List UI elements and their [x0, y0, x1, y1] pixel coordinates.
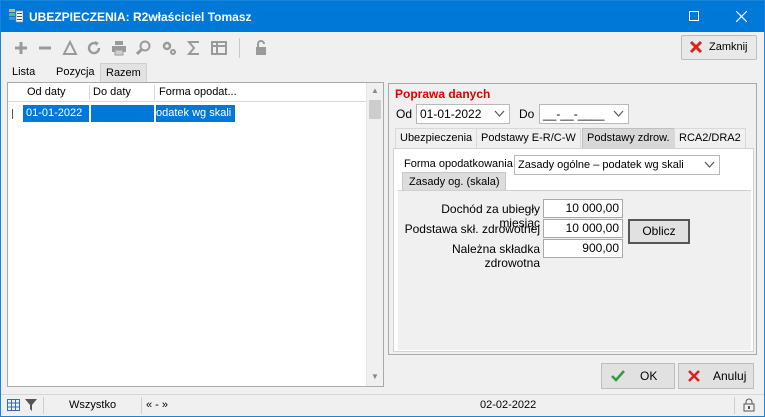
- add-icon[interactable]: [13, 40, 29, 56]
- remove-icon[interactable]: [37, 40, 53, 56]
- scroll-up-icon[interactable]: ▲: [371, 87, 379, 95]
- grid-view-icon[interactable]: [7, 399, 20, 411]
- ok-button[interactable]: OK: [601, 363, 675, 389]
- zamknij-button[interactable]: Zamknij: [681, 35, 757, 60]
- cell-od-daty: 01-01-2022: [23, 105, 89, 122]
- columns-icon[interactable]: [211, 40, 227, 56]
- tab-pozycja[interactable]: Pozycja: [51, 63, 100, 82]
- toolbar-separator: [239, 38, 240, 58]
- column-header-do-daty[interactable]: Do daty: [93, 86, 131, 98]
- chevron-down-icon[interactable]: [494, 110, 505, 118]
- tab-razem[interactable]: Razem: [100, 63, 147, 82]
- settings-icon[interactable]: [161, 40, 177, 56]
- filter-icon[interactable]: [62, 40, 78, 56]
- grid-header: Od daty Do daty Forma opodat...: [8, 83, 366, 102]
- check-icon: [611, 370, 625, 382]
- zasady-og-body: Dochód za ubiegły miesiąc 10 000,00 Pods…: [398, 190, 751, 350]
- preview-icon[interactable]: [136, 40, 152, 56]
- cancel-button[interactable]: Anuluj: [678, 363, 754, 389]
- tab-lista[interactable]: Lista: [7, 63, 40, 82]
- od-date-field[interactable]: 01-01-2022: [416, 104, 510, 124]
- toolbar: [1, 32, 764, 64]
- window-close-button[interactable]: [718, 1, 764, 32]
- do-date-field[interactable]: __-__-____: [539, 104, 629, 124]
- lock-icon[interactable]: [253, 40, 269, 56]
- od-date-value: 01-01-2022: [420, 107, 482, 121]
- podstawa-label: Podstawa skł. zdrowotnej: [404, 222, 540, 236]
- sum-icon[interactable]: [186, 40, 202, 56]
- status-separator: [43, 397, 44, 414]
- column-header-od-daty[interactable]: Od daty: [27, 86, 66, 98]
- zamknij-label: Zamknij: [709, 41, 748, 53]
- range-status: « - »: [146, 399, 169, 411]
- refresh-icon[interactable]: [86, 40, 102, 56]
- print-icon[interactable]: [111, 40, 127, 56]
- vertical-scrollbar[interactable]: ▲ ▼: [366, 83, 383, 386]
- app-icon: [9, 9, 23, 23]
- records-grid: Od daty Do daty Forma opodat... 01-01-20…: [7, 82, 384, 387]
- oblicz-button[interactable]: Oblicz: [628, 219, 690, 244]
- do-label: Do: [519, 107, 535, 121]
- tab-podstawy-zdrow[interactable]: Podstawy zdrow.: [582, 128, 675, 148]
- od-label: Od: [396, 107, 413, 121]
- column-header-forma[interactable]: Forma opodat...: [159, 86, 237, 98]
- do-date-value: __-__-____: [543, 107, 605, 121]
- cancel-x-icon: [688, 370, 700, 382]
- podstawa-field[interactable]: 10 000,00: [543, 219, 623, 238]
- table-row[interactable]: 01-01-2022 odatek wg skali: [23, 105, 235, 122]
- chevron-down-icon[interactable]: [613, 110, 624, 118]
- close-icon: [735, 10, 747, 23]
- column-separator: [154, 85, 155, 100]
- forma-opodatkowania-select[interactable]: Zasady ogólne – podatek wg skali: [514, 155, 720, 175]
- status-bar: Wszystko « - » 02-02-2022: [1, 394, 764, 416]
- tab-podstawy-er-cw[interactable]: Podstawy E-R/C-W: [476, 128, 581, 148]
- cell-forma: odatek wg skali: [155, 105, 235, 122]
- forma-opodatkowania-value: Zasady ogólne – podatek wg skali: [518, 159, 684, 171]
- dochod-field[interactable]: 10 000,00: [543, 199, 623, 218]
- row-indicator: [12, 109, 14, 119]
- ok-label: OK: [640, 369, 658, 383]
- cancel-label: Anuluj: [713, 369, 747, 383]
- edit-panel: Poprawa danych Od 01-01-2022 Do __-__-__…: [388, 83, 757, 355]
- edit-panel-title: Poprawa danych: [395, 87, 491, 101]
- filter-icon[interactable]: [25, 399, 37, 411]
- title-bar: UBEZPIECZENIA: R2właściciel Tomasz: [1, 1, 764, 32]
- skladka-label: Należna składka zdrowotna: [451, 242, 540, 270]
- tab-rca2-dra2[interactable]: RCA2/DRA2: [674, 128, 746, 148]
- maximize-button[interactable]: [671, 1, 717, 32]
- filter-status: Wszystko: [69, 399, 117, 411]
- date-status: 02-02-2022: [480, 399, 537, 411]
- status-separator: [734, 397, 735, 414]
- maximize-icon: [689, 11, 699, 21]
- cell-do-daty: [90, 105, 154, 122]
- chevron-down-icon[interactable]: [704, 161, 715, 169]
- skladka-field[interactable]: 900,00: [543, 239, 623, 258]
- tab-zasady-og-skala[interactable]: Zasady og. (skala): [402, 172, 507, 190]
- scroll-thumb[interactable]: [369, 100, 381, 119]
- padlock-icon[interactable]: [742, 398, 756, 412]
- forma-opodatkowania-label: Forma opodatkowania: [404, 158, 513, 170]
- column-separator: [89, 85, 90, 100]
- scroll-down-icon[interactable]: ▼: [371, 373, 379, 381]
- window-title: UBEZPIECZENIA: R2właściciel Tomasz: [29, 10, 252, 24]
- podstawy-zdrow-tab-body: Forma opodatkowania Zasady ogólne – poda…: [393, 148, 754, 352]
- status-separator: [141, 397, 142, 414]
- app-window: UBEZPIECZENIA: R2właściciel Tomasz Zamkn…: [0, 0, 765, 417]
- tab-ubezpieczenia[interactable]: Ubezpieczenia: [395, 128, 478, 148]
- close-x-icon: [689, 40, 703, 54]
